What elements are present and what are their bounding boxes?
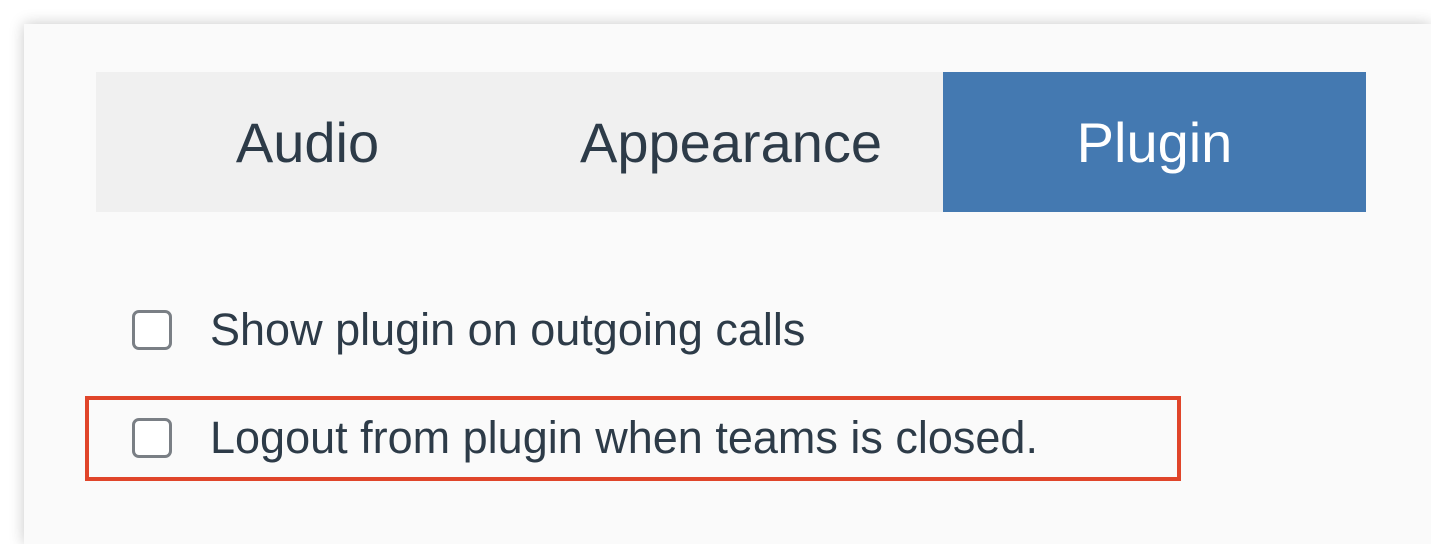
logout-plugin-label: Logout from plugin when teams is closed.: [210, 412, 1038, 463]
logout-plugin-option[interactable]: Logout from plugin when teams is closed.: [132, 411, 1038, 465]
show-plugin-checkbox[interactable]: [132, 310, 172, 350]
logout-plugin-checkbox[interactable]: [132, 418, 172, 458]
tab-plugin[interactable]: Plugin: [943, 72, 1366, 212]
show-plugin-label: Show plugin on outgoing calls: [210, 304, 806, 355]
settings-tab-bar: Audio Appearance Plugin: [96, 72, 1366, 212]
tab-appearance[interactable]: Appearance: [519, 72, 943, 212]
tab-audio[interactable]: Audio: [96, 72, 519, 212]
show-plugin-option[interactable]: Show plugin on outgoing calls: [132, 303, 805, 357]
